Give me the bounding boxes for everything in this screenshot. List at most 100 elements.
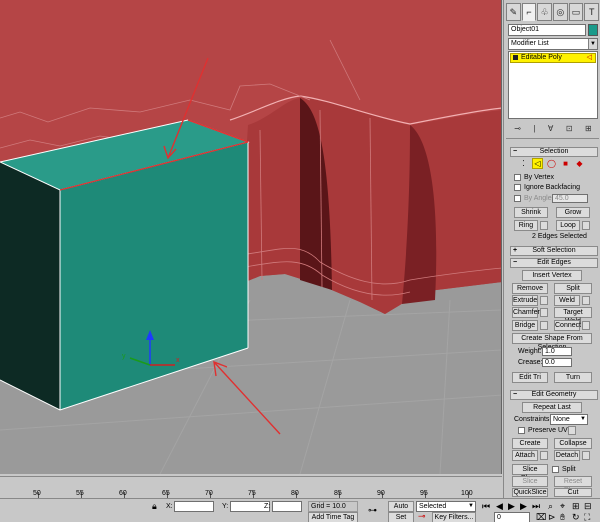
lock-icon[interactable]: 🔒︎ [152,501,157,511]
current-frame-field[interactable]: 0 [494,512,530,522]
zoom-icon[interactable]: ⌕ [548,501,553,511]
modifier-list-dropdown[interactable]: Modifier List ▼ [508,38,598,50]
weight-spinner[interactable]: 1.0 [542,347,572,356]
object-color-swatch[interactable] [588,24,598,36]
stack-item-editable-poly[interactable]: Editable Poly ◁ [510,53,596,63]
turn-button[interactable]: Turn [554,372,592,383]
connect-button[interactable]: Connect [554,320,581,331]
configure-sets-icon[interactable]: ⊞ [585,124,592,133]
bulb-icon[interactable] [513,54,518,60]
track-bar[interactable]: 50 55 60 65 70 75 80 85 90 95 100 [0,476,502,498]
selection-rollout-header[interactable]: − Selection [510,147,598,157]
add-time-tag-button[interactable]: Add Time Tag [308,512,358,522]
key-icon[interactable]: ⊶ [368,505,377,515]
maximize-viewport-icon[interactable]: ⛶ [584,512,590,522]
play-icon[interactable]: ▶ [508,501,515,511]
insert-vertex-button[interactable]: Insert Vertex [522,270,582,281]
hierarchy-icon[interactable]: ♧ [537,3,553,21]
pin-stack-icon[interactable]: ⊸ [514,124,521,133]
display-icon[interactable]: ▭ [568,3,584,21]
set-key-button[interactable]: Set Key [388,512,414,522]
edit-tri-button[interactable]: Edit Tri [512,372,548,383]
orbit-icon[interactable]: ↻ [572,512,580,522]
modifier-stack[interactable]: Editable Poly ◁ [508,51,598,119]
grow-button[interactable]: Grow [556,207,590,218]
vertex-icon[interactable]: ⁚ [518,158,529,169]
loop-spinner[interactable] [582,221,590,230]
element-icon[interactable]: ◆ [574,158,585,169]
collapse-button[interactable]: Collapse [554,438,592,449]
split-button[interactable]: Split [554,283,592,294]
chamfer-settings-icon[interactable] [540,308,548,317]
edit-edges-rollout-header[interactable]: − Edit Edges [510,258,598,268]
goto-start-icon[interactable]: ⏮︎ [482,501,490,511]
fov-icon[interactable]: ⊳ [548,512,556,522]
box-side-face[interactable] [0,162,60,410]
perspective-viewport[interactable]: y x [0,0,502,474]
create-button[interactable]: Create [512,438,548,449]
bridge-button[interactable]: Bridge [512,320,538,331]
shrink-button[interactable]: Shrink [514,207,548,218]
pan-icon[interactable]: ✋︎ [560,512,565,522]
edge-icon[interactable]: ◁ [532,158,543,169]
create-shape-button[interactable]: Create Shape From Selection [512,333,592,351]
edit-geometry-rollout-header[interactable]: − Edit Geometry [510,390,598,400]
z-coordinate-field[interactable] [272,501,302,512]
selection-status-text: 2 Edges Selected [532,233,587,240]
zoom-all-icon[interactable]: ⌖ [560,501,565,511]
attach-list-icon[interactable] [540,451,548,460]
soft-selection-rollout-header[interactable]: + Soft Selection [510,246,598,256]
repeat-last-button[interactable]: Repeat Last [522,402,582,413]
bridge-settings-icon[interactable] [540,321,548,330]
next-frame-icon[interactable]: ▶︎ [520,501,527,511]
zoom-extents-all-icon[interactable]: ⊟ [584,501,592,511]
split-checkbox[interactable] [552,466,559,473]
extrude-button[interactable]: Extrude [512,295,538,306]
preserve-uvs-checkbox[interactable] [518,427,525,434]
by-angle-checkbox[interactable] [514,195,521,202]
by-vertex-checkbox[interactable] [514,174,521,181]
create-icon[interactable]: ✎ [506,3,521,21]
slice-button[interactable]: Slice [512,476,548,487]
previous-frame-icon[interactable]: ◀ [496,501,503,511]
viewport-scene[interactable]: y x [0,0,502,474]
goto-end-icon[interactable]: ⏭︎ [532,501,540,511]
motion-icon[interactable]: ◎ [553,3,568,21]
preserve-uvs-settings-icon[interactable] [568,426,576,435]
weld-settings-icon[interactable] [582,296,590,305]
utilities-icon[interactable]: T [584,3,600,21]
set-key-icon[interactable]: ⊸ [418,511,426,521]
ring-button[interactable]: Ring [514,220,538,231]
x-coordinate-field[interactable] [174,501,214,512]
target-weld-button[interactable]: Target Weld [554,307,592,325]
loop-button[interactable]: Loop [556,220,580,231]
make-unique-icon[interactable]: ∀ [548,124,553,133]
time-config-icon[interactable]: ⌧ [536,512,546,522]
extrude-settings-icon[interactable] [540,296,548,305]
remove-button[interactable]: Remove [512,283,548,294]
object-name-field[interactable]: Object01 [508,24,586,36]
remove-modifier-icon[interactable]: ⊡ [566,124,573,133]
ignore-backfacing-checkbox[interactable] [514,184,521,191]
by-angle-spinner[interactable]: 45.0 [552,194,588,203]
border-icon[interactable]: ◯ [546,158,557,169]
connect-settings-icon[interactable] [582,321,590,330]
slice-plane-button[interactable]: Slice Plane [512,464,548,482]
reset-plane-button[interactable]: Reset Plane [554,476,592,494]
quickslice-button[interactable]: QuickSlice [512,488,548,497]
weld-button[interactable]: Weld [554,295,580,306]
attach-button[interactable]: Attach [512,450,538,461]
ring-spinner[interactable] [540,221,548,230]
auto-key-button[interactable]: Auto Key [388,501,414,519]
crease-spinner[interactable]: 0.0 [542,358,572,367]
constraints-dropdown[interactable]: None ▼ [550,414,588,425]
polygon-icon[interactable]: ■ [560,158,571,169]
detach-button[interactable]: Detach [554,450,580,461]
zoom-extents-icon[interactable]: ⊞ [572,501,580,511]
modify-icon[interactable]: ⌐ [521,3,537,21]
key-filters-button[interactable]: Key Filters... [432,512,476,522]
cut-button[interactable]: Cut [554,488,592,497]
chamfer-button[interactable]: Chamfer [512,307,540,318]
show-end-result-icon[interactable]: | [533,124,535,133]
detach-settings-icon[interactable] [582,451,590,460]
